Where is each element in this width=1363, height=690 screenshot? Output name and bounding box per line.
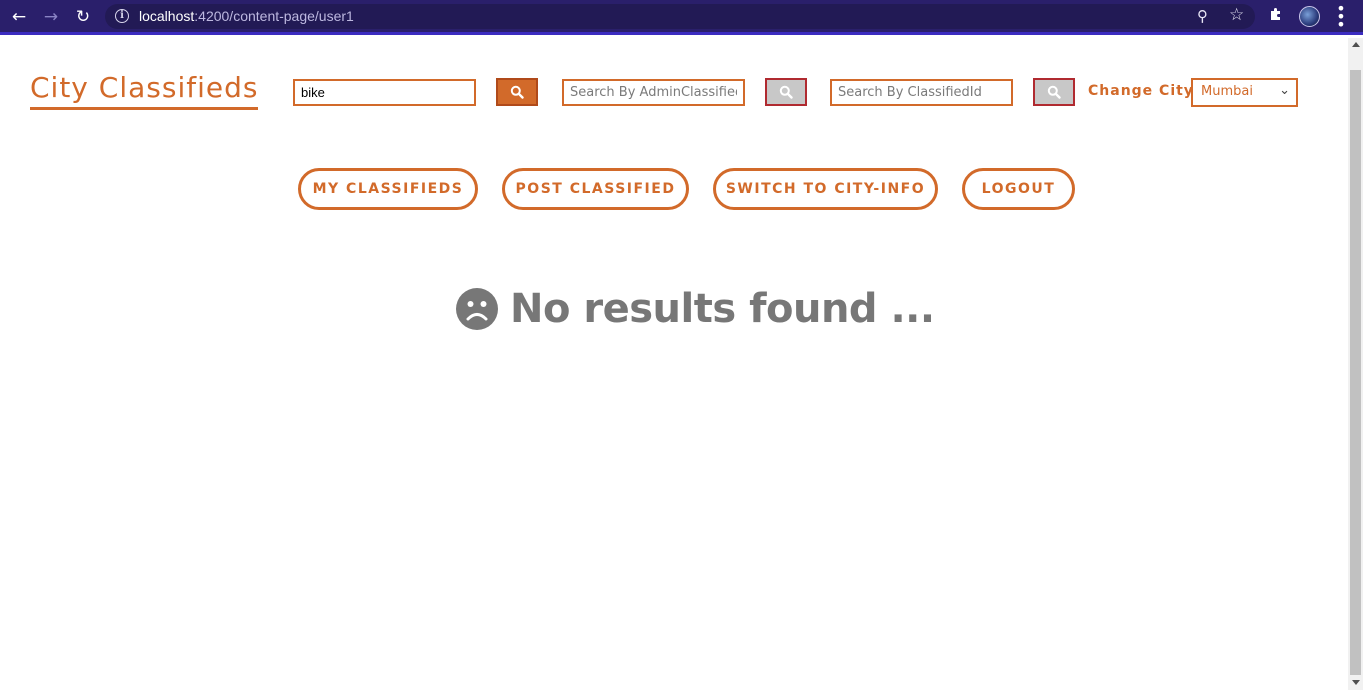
address-bar[interactable]: i localhost:4200/content-page/user1 ⚲ ☆ (105, 4, 1255, 29)
page-scrollbar[interactable] (1348, 38, 1363, 690)
city-select-value: Mumbai (1201, 84, 1253, 99)
brand-title[interactable]: City Classifieds (30, 71, 259, 110)
search-icon (510, 85, 524, 99)
reload-icon[interactable]: ↻ (72, 6, 94, 28)
key-icon[interactable]: ⚲ (1197, 7, 1208, 25)
change-city-label: Change City (1088, 83, 1194, 99)
bookmark-star-icon[interactable]: ☆ (1229, 5, 1244, 25)
search-input[interactable] (293, 79, 476, 106)
search-icon (1047, 85, 1061, 99)
scroll-thumb[interactable] (1350, 70, 1361, 675)
logout-button[interactable]: LOGOUT (962, 168, 1075, 210)
search-button[interactable] (496, 78, 538, 106)
post-classified-button[interactable]: POST CLASSIFIED (502, 168, 689, 210)
no-results-message: No results found ... (510, 286, 935, 332)
city-select[interactable]: Mumbai ⌄ (1191, 78, 1298, 107)
back-arrow-icon[interactable]: ← (8, 6, 30, 28)
browser-toolbar: ← → ↻ i localhost:4200/content-page/user… (0, 0, 1363, 35)
chevron-down-icon: ⌄ (1279, 83, 1290, 98)
admin-search-button[interactable] (765, 78, 807, 106)
site-info-icon[interactable]: i (115, 9, 129, 23)
sad-face-icon (456, 288, 498, 330)
switch-to-city-info-button[interactable]: SWITCH TO CITY-INFO (713, 168, 938, 210)
classified-search-button[interactable] (1033, 78, 1075, 106)
extensions-puzzle-icon[interactable] (1268, 6, 1284, 26)
classified-id-input[interactable] (830, 79, 1013, 106)
my-classifieds-button[interactable]: MY CLASSIFIEDS (298, 168, 478, 210)
url-host: localhost (139, 8, 195, 24)
url-text[interactable]: localhost:4200/content-page/user1 (139, 8, 354, 24)
forward-arrow-icon[interactable]: → (40, 6, 62, 28)
scroll-up-arrow-icon[interactable] (1352, 42, 1360, 47)
kebab-menu-icon[interactable]: • • • (1334, 1, 1348, 33)
empty-state: No results found ... (456, 286, 935, 332)
url-path: :4200/content-page/user1 (194, 8, 354, 24)
scroll-down-arrow-icon[interactable] (1352, 680, 1360, 685)
admin-classified-id-input[interactable] (562, 79, 745, 106)
search-icon (779, 85, 793, 99)
profile-avatar[interactable] (1299, 6, 1320, 27)
